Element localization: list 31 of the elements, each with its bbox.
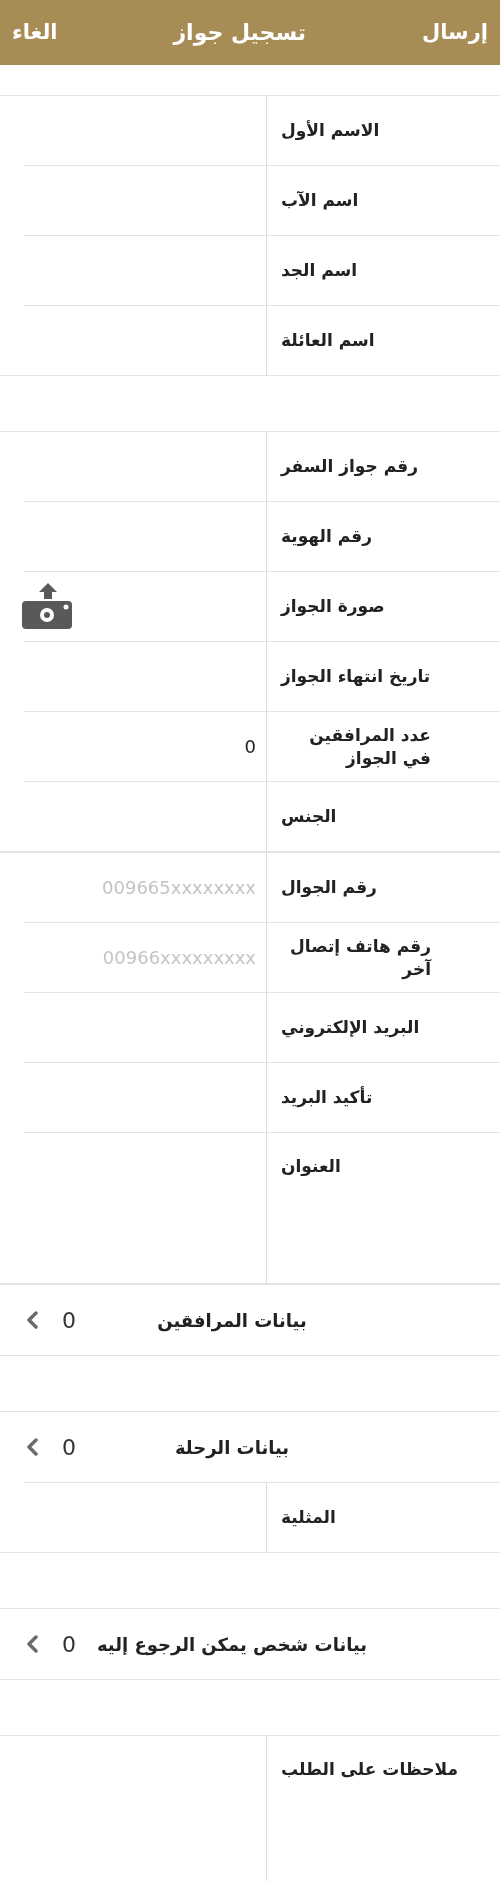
chevron-left-icon bbox=[26, 1311, 38, 1329]
row-label: بيانات شخص يمكن الرجوع إليه bbox=[96, 1632, 368, 1658]
field-label: الاسم الأول bbox=[281, 119, 380, 142]
count-label: 0 bbox=[62, 1630, 77, 1659]
field-label: رقم هاتف إتصال آخر bbox=[289, 935, 431, 980]
screen-title: تسجيل جواز bbox=[173, 19, 307, 48]
field-label: العنوان bbox=[281, 1155, 341, 1178]
row-label: بيانات الرحلة bbox=[174, 1435, 290, 1461]
input-field[interactable]: 00966xxxxxxxxx bbox=[0, 944, 256, 971]
field-label: صورة الجواز bbox=[281, 595, 385, 618]
input-field[interactable]: 009665xxxxxxxx bbox=[0, 874, 256, 901]
field-label: تأكيد البريد bbox=[281, 1086, 373, 1109]
count-label: 0 bbox=[62, 1433, 77, 1462]
chevron-left-icon bbox=[26, 1635, 38, 1653]
field-label: اسم الآب bbox=[281, 189, 359, 212]
field-label: اسم العائلة bbox=[281, 329, 375, 352]
field-label: اسم الجد bbox=[281, 259, 358, 282]
field-label: رقم الهوية bbox=[281, 525, 372, 548]
camera-upload-icon[interactable] bbox=[22, 583, 74, 630]
count-label: 0 bbox=[62, 1306, 77, 1335]
field-label: البريد الإلكتروني bbox=[281, 1016, 420, 1039]
field-label: المثلية bbox=[281, 1506, 336, 1529]
row-label: بيانات المرافقين bbox=[157, 1308, 307, 1334]
chevron-left-icon bbox=[26, 1438, 38, 1456]
field-label: تاريخ انتهاء الجواز bbox=[281, 665, 431, 688]
field-label: رقم الجوال bbox=[281, 876, 377, 899]
input-field[interactable]: 0 bbox=[0, 733, 256, 760]
field-label: رقم جواز السفر bbox=[281, 455, 418, 478]
field-label: الجنس bbox=[281, 805, 337, 828]
field-label: عدد المرافقين في الجواز bbox=[308, 724, 431, 769]
field-label: ملاحظات على الطلب bbox=[281, 1758, 458, 1781]
